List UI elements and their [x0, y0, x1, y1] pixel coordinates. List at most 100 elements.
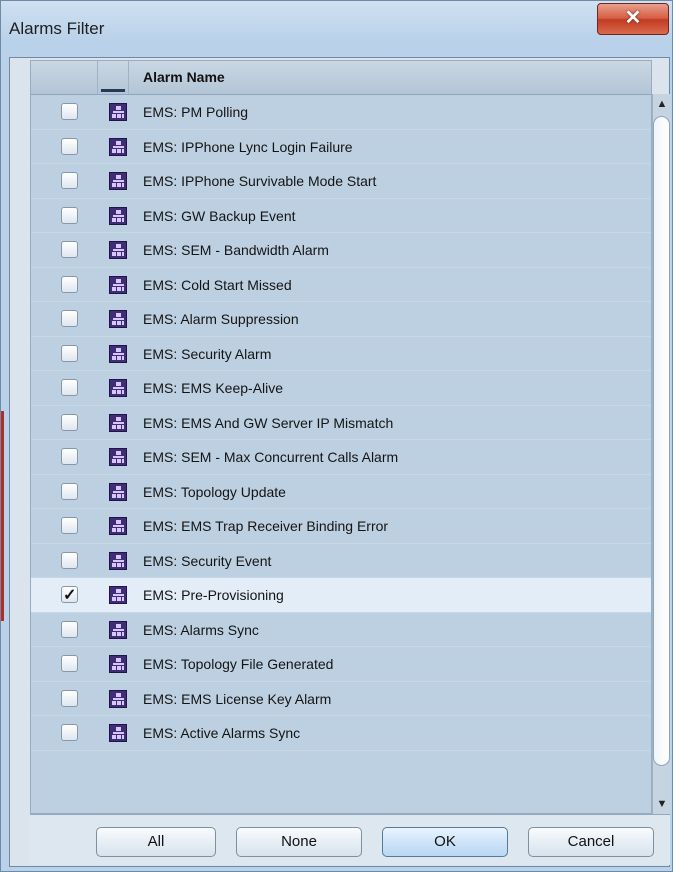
table-row[interactable]: EMS: IPPhone Survivable Mode Start	[31, 164, 651, 199]
alarm-name: EMS: SEM - Max Concurrent Calls Alarm	[143, 449, 399, 465]
alarm-name: EMS: Alarms Sync	[143, 621, 259, 638]
alarm-name: EMS: PM Polling	[143, 104, 249, 120]
alarm-name: EMS: Active Alarms Sync	[143, 725, 301, 741]
table-row[interactable]: EMS: GW Backup Event	[31, 198, 651, 233]
alarm-name: EMS: Alarm Suppression	[143, 311, 299, 327]
alarm-tree-icon	[109, 137, 127, 156]
title-bar[interactable]: Alarms Filter ✕	[1, 1, 672, 56]
alarm-tree-icon	[109, 206, 127, 225]
row-checkbox[interactable]	[61, 344, 78, 362]
alarm-name-column-header[interactable]: Alarm Name	[143, 69, 225, 85]
table-rows: EMS: PM Polling EMS: IPPhone Lync Login F…	[31, 95, 651, 751]
alarm-tree-icon	[109, 172, 127, 190]
alarm-name: EMS: Security Event	[143, 552, 272, 569]
ok-button[interactable]: OK	[382, 827, 508, 857]
alarm-name: EMS: EMS Trap Receiver Binding Error	[143, 518, 389, 534]
all-button[interactable]: All	[96, 827, 216, 857]
table-row[interactable]: ✓ EMS: Pre-Provisioning	[31, 578, 651, 613]
alarm-tree-icon	[109, 517, 127, 535]
table-row[interactable]: EMS: EMS Keep-Alive	[31, 371, 651, 406]
icon-column-header[interactable]	[98, 61, 129, 94]
row-checkbox[interactable]	[61, 413, 78, 431]
scrollbar-thumb[interactable]	[653, 116, 670, 766]
window-edge-accent	[1, 411, 4, 621]
scroll-down-icon[interactable]: ▼	[653, 794, 671, 814]
alarm-name: EMS: GW Backup Event	[143, 207, 296, 224]
row-checkbox[interactable]	[61, 275, 78, 293]
dialog-body: Alarm Name EMS: PM Polling EMS: IPPhone L…	[9, 57, 671, 867]
table-row[interactable]: EMS: Topology Update	[31, 474, 651, 509]
vertical-scrollbar[interactable]: ▲ ▼	[652, 94, 671, 814]
cancel-button[interactable]: Cancel	[528, 827, 654, 857]
alarm-tree-icon	[109, 586, 127, 604]
row-checkbox[interactable]	[61, 724, 78, 741]
alarm-name: EMS: Topology File Generated	[143, 656, 334, 672]
row-checkbox[interactable]	[61, 448, 78, 465]
alarm-name: EMS: Topology Update	[143, 483, 286, 500]
table-row[interactable]: EMS: Active Alarms Sync	[31, 716, 651, 751]
alarm-name: EMS: EMS And GW Server IP Mismatch	[143, 414, 394, 431]
checkbox-column-header[interactable]	[31, 61, 98, 94]
row-checkbox[interactable]	[61, 103, 78, 120]
alarm-tree-icon	[109, 241, 127, 259]
table-row[interactable]: EMS: SEM - Bandwidth Alarm	[31, 233, 651, 268]
row-checkbox[interactable]	[61, 241, 78, 258]
alarm-tree-icon	[109, 551, 127, 570]
alarm-tree-icon	[109, 275, 127, 294]
alarm-tree-icon	[109, 310, 127, 328]
alarm-tree-icon	[109, 344, 127, 363]
button-bar: All None OK Cancel	[30, 814, 670, 865]
table-row[interactable]: EMS: Cold Start Missed	[31, 267, 651, 302]
none-button[interactable]: None	[236, 827, 362, 857]
alarm-name: EMS: IPPhone Lync Login Failure	[143, 138, 353, 155]
alarm-name: EMS: Pre-Provisioning	[143, 587, 284, 603]
alarm-tree-icon	[109, 103, 127, 121]
alarm-name: EMS: IPPhone Survivable Mode Start	[143, 173, 377, 189]
scroll-up-icon[interactable]: ▲	[653, 94, 671, 114]
table-row[interactable]: EMS: Topology File Generated	[31, 647, 651, 682]
alarm-name: EMS: EMS Keep-Alive	[143, 380, 284, 396]
table-row[interactable]: EMS: IPPhone Lync Login Failure	[31, 129, 651, 164]
alarm-tree-icon	[109, 448, 127, 466]
row-checkbox[interactable]	[61, 137, 78, 155]
table-row[interactable]: EMS: Alarm Suppression	[31, 302, 651, 337]
alarm-name: EMS: SEM - Bandwidth Alarm	[143, 242, 329, 258]
alarm-name: EMS: EMS License Key Alarm	[143, 690, 332, 707]
table-row[interactable]: EMS: PM Polling	[31, 95, 651, 130]
row-checkbox[interactable]	[61, 310, 78, 327]
alarm-tree-icon	[109, 655, 127, 673]
table-row[interactable]: EMS: EMS License Key Alarm	[31, 681, 651, 716]
row-checkbox[interactable]	[61, 655, 78, 672]
alarm-tree-icon	[109, 379, 127, 397]
close-icon: ✕	[624, 7, 642, 29]
check-mark-icon: ✓	[63, 587, 77, 604]
row-checkbox[interactable]	[61, 206, 78, 224]
row-checkbox[interactable]	[61, 517, 78, 534]
table-row[interactable]: EMS: EMS Trap Receiver Binding Error	[31, 509, 651, 544]
alarms-filter-window: Alarms Filter ✕ Alarm Name EMS: PM Polli…	[0, 0, 673, 872]
alarm-tree-icon	[109, 724, 127, 742]
row-checkbox[interactable]	[61, 551, 78, 569]
row-checkbox[interactable]: ✓	[61, 586, 78, 604]
row-checkbox[interactable]	[61, 482, 78, 500]
alarm-tree-icon	[109, 620, 127, 639]
table-row[interactable]: EMS: Security Event	[31, 543, 651, 578]
row-checkbox[interactable]	[61, 379, 78, 396]
table-row[interactable]: EMS: Security Alarm	[31, 336, 651, 371]
alarm-tree-icon	[109, 413, 127, 432]
row-checkbox[interactable]	[61, 620, 78, 638]
window-title: Alarms Filter	[9, 19, 105, 38]
table-header: Alarm Name	[31, 61, 651, 95]
close-button[interactable]: ✕	[597, 3, 669, 35]
sort-indicator	[101, 89, 125, 92]
alarm-tree-icon	[109, 689, 127, 708]
alarm-tree-icon	[109, 482, 127, 501]
table-row[interactable]: EMS: SEM - Max Concurrent Calls Alarm	[31, 440, 651, 475]
table-row[interactable]: EMS: Alarms Sync	[31, 612, 651, 647]
alarm-table: Alarm Name EMS: PM Polling EMS: IPPhone L…	[30, 60, 652, 814]
table-row[interactable]: EMS: EMS And GW Server IP Mismatch	[31, 405, 651, 440]
alarm-name: EMS: Cold Start Missed	[143, 276, 292, 293]
row-checkbox[interactable]	[61, 172, 78, 189]
alarm-name: EMS: Security Alarm	[143, 345, 272, 362]
row-checkbox[interactable]	[61, 689, 78, 707]
